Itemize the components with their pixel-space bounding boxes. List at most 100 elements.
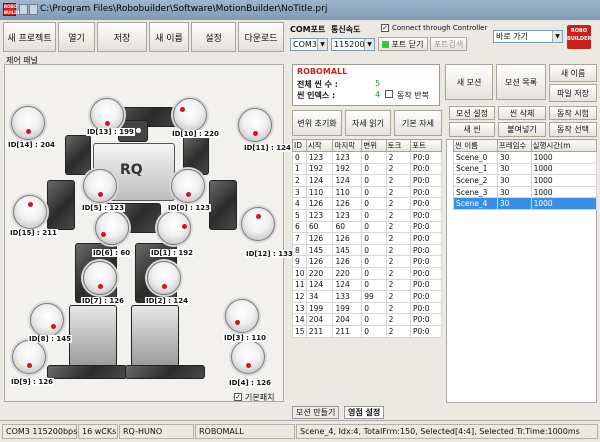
servo-dial-8[interactable] [30,303,64,337]
servo-table-cell[interactable]: 199 [305,301,334,315]
servo-table-cell[interactable]: 0 [361,243,387,257]
save-button[interactable]: 저장 [97,22,147,52]
servo-table-cell[interactable]: 145 [332,243,363,257]
scene-table-cell[interactable]: Scene_2 [453,174,498,187]
servo-table-cell[interactable]: 123 [332,151,363,164]
servo-table-cell[interactable]: 2 [385,220,411,234]
servo-table-cell[interactable]: 9 [292,255,307,268]
scene-col-header[interactable]: 프레임수 [496,139,532,152]
servo-table-cell[interactable]: 2 [385,162,411,176]
servo-col-header[interactable]: ID [292,139,307,152]
servo-table-cell[interactable]: P0:0 [409,255,443,268]
scene-table-row[interactable]: Scene_0 30 1000 [453,151,598,164]
servo-table-cell[interactable]: 14 [292,313,307,326]
connect-controller-checkbox[interactable]: ✓ [381,24,389,32]
servo-table-cell[interactable]: 124 [332,278,363,292]
motion-select-button[interactable]: 동작 선택 [549,122,597,137]
servo-table-cell[interactable]: 15 [292,324,307,338]
servo-col-header[interactable]: 시작 [305,139,334,152]
servo-col-header[interactable]: 포트 [409,139,443,152]
servo-table-cell[interactable]: 0 [361,220,387,234]
servo-table-cell[interactable]: P0:0 [409,162,443,176]
servo-table-cell[interactable]: 145 [305,243,334,257]
paste-button[interactable]: 붙여넣기 [498,122,546,137]
servo-table-cell[interactable]: 123 [305,151,334,164]
servo-table-row[interactable]: 10 220 220 0 2 P0:0 [292,266,443,280]
scene-table-cell[interactable]: 30 [496,174,532,187]
servo-table-cell[interactable]: 192 [305,162,334,176]
servo-table-cell[interactable]: 2 [385,290,411,303]
servo-dial-1[interactable] [157,211,191,245]
servo-table-row[interactable]: 13 199 199 0 2 P0:0 [292,301,443,315]
com-port-select[interactable]: COM3 ▼ [290,38,328,51]
motion-list-button[interactable]: 모션 목록 [496,64,546,100]
servo-table-cell[interactable]: P0:0 [409,324,443,338]
servo-table-row[interactable]: 12 34 133 99 2 P0:0 [292,290,443,303]
servo-col-header[interactable]: 마지막 [332,139,363,152]
servo-table-cell[interactable]: 2 [385,232,411,245]
servo-table-cell[interactable]: 123 [332,208,363,222]
scene-table-cell[interactable]: Scene_3 [453,185,498,199]
servo-table-cell[interactable]: 211 [305,324,334,338]
servo-table-cell[interactable]: 0 [361,197,387,210]
scene-table-cell[interactable]: 1000 [530,174,598,187]
servo-table-cell[interactable]: 0 [361,208,387,222]
servo-table-cell[interactable]: 0 [361,266,387,280]
servo-table-cell[interactable]: 60 [305,220,334,234]
servo-table-cell[interactable]: 124 [332,174,363,187]
servo-dial-0[interactable] [171,169,205,203]
servo-table-cell[interactable]: 124 [305,174,334,187]
servo-table-cell[interactable]: 0 [361,278,387,292]
servo-table-row[interactable]: 1 192 192 0 2 P0:0 [292,162,443,176]
servo-table-cell[interactable]: 126 [332,255,363,268]
servo-table-cell[interactable]: 99 [361,290,387,303]
reset-displacement-button[interactable]: 변위 초기화 [292,110,342,136]
servo-table-cell[interactable]: 2 [385,185,411,199]
goto-select[interactable]: 바로 가기 ▼ [493,30,563,43]
servo-table-cell[interactable]: 2 [385,255,411,268]
servo-table-cell[interactable]: 8 [292,243,307,257]
servo-col-header[interactable]: 토크 [385,139,411,152]
scene-table-cell[interactable]: 1000 [530,151,598,164]
servo-table-cell[interactable]: 126 [305,197,334,210]
servo-table-cell[interactable]: 0 [361,174,387,187]
servo-table-cell[interactable]: 11 [292,278,307,292]
servo-table-cell[interactable]: P0:0 [409,185,443,199]
servo-table-cell[interactable]: 204 [305,313,334,326]
servo-table-row[interactable]: 7 126 126 0 2 P0:0 [292,232,443,245]
repeat-checkbox[interactable] [385,90,393,98]
quick-save-icon[interactable] [19,4,28,15]
servo-table-cell[interactable]: 110 [332,185,363,199]
servo-dial-6[interactable] [95,211,129,245]
servo-table-cell[interactable]: P0:0 [409,220,443,234]
servo-table-cell[interactable]: P0:0 [409,290,443,303]
new-scene-button[interactable]: 새 씬 [449,122,495,137]
servo-dial-12[interactable] [241,207,275,241]
servo-dial-2[interactable] [147,261,181,295]
servo-table-cell[interactable]: 0 [361,255,387,268]
servo-table-cell[interactable]: 126 [305,255,334,268]
read-pose-button[interactable]: 자세 읽기 [345,110,391,136]
app-icon[interactable]: ROBO BUILDER [3,3,23,16]
servo-table-cell[interactable]: 7 [292,232,307,245]
motion-rename-button[interactable]: 새 이름 [549,64,597,82]
servo-table-cell[interactable]: 6 [292,220,307,234]
download-button[interactable]: 다운로드 [238,22,284,52]
servo-table-cell[interactable]: P0:0 [409,232,443,245]
servo-table-cell[interactable]: 0 [361,313,387,326]
quick-open-icon[interactable] [29,4,38,15]
servo-table-cell[interactable]: 2 [385,301,411,315]
servo-table-cell[interactable]: 204 [332,313,363,326]
new-project-button[interactable]: 새 프로젝트 [3,22,56,52]
servo-table-cell[interactable]: 0 [361,301,387,315]
servo-table-row[interactable]: 15 211 211 0 2 P0:0 [292,324,443,338]
servo-table-cell[interactable]: 0 [361,151,387,164]
servo-table-cell[interactable]: P0:0 [409,243,443,257]
settings-button[interactable]: 설정 [191,22,236,52]
basic-pose-checkbox[interactable]: ✓ [234,393,242,401]
servo-table-cell[interactable]: 126 [305,232,334,245]
servo-table-cell[interactable]: 0 [361,162,387,176]
servo-table-cell[interactable]: P0:0 [409,313,443,326]
scene-table-cell[interactable]: 30 [496,151,532,164]
servo-table-cell[interactable]: 211 [332,324,363,338]
